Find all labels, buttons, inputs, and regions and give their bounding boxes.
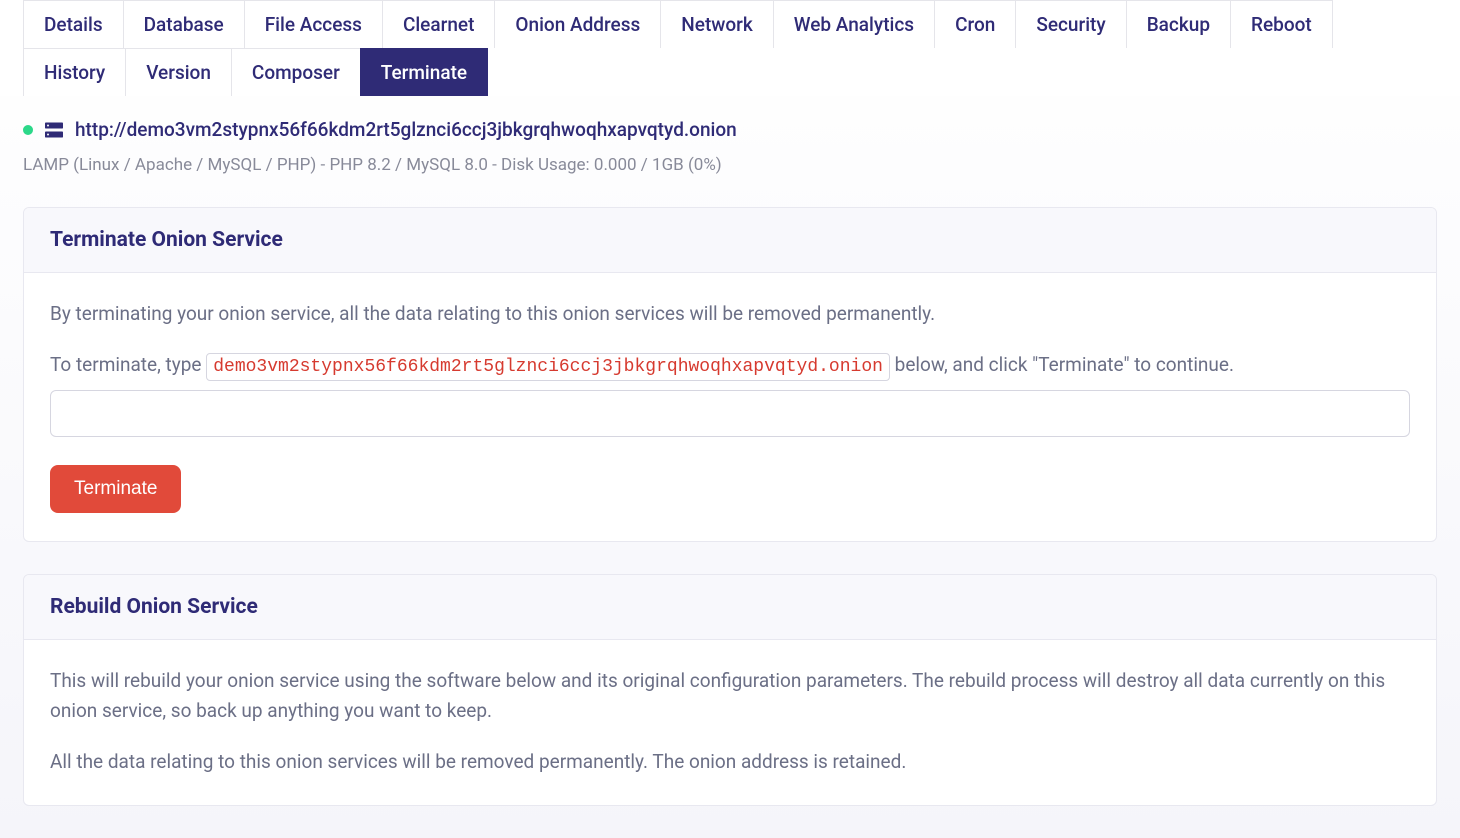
tab-reboot[interactable]: Reboot	[1230, 0, 1333, 48]
terminate-description: By terminating your onion service, all t…	[50, 299, 1410, 328]
onion-address-code: demo3vm2stypnx56f66kdm2rt5glznci6ccj3jbk…	[206, 353, 890, 381]
tab-onion-address[interactable]: Onion Address	[494, 0, 661, 48]
server-icon	[45, 122, 63, 138]
terminate-card-body: By terminating your onion service, all t…	[24, 273, 1436, 541]
terminate-card-title: Terminate Onion Service	[50, 228, 1410, 252]
tab-file-access[interactable]: File Access	[244, 0, 383, 48]
terminate-confirm-input[interactable]	[50, 390, 1410, 437]
rebuild-card-header: Rebuild Onion Service	[24, 575, 1436, 640]
tab-clearnet[interactable]: Clearnet	[382, 0, 495, 48]
tabs-row-2: History Version Composer Terminate	[0, 48, 1460, 96]
tab-database[interactable]: Database	[123, 0, 245, 48]
service-meta: LAMP (Linux / Apache / MySQL / PHP) - PH…	[23, 155, 1437, 175]
tab-version[interactable]: Version	[125, 48, 232, 96]
terminate-prompt: To terminate, type demo3vm2stypnx56f66kd…	[50, 350, 1410, 382]
terminate-prompt-before: To terminate, type	[50, 353, 206, 376]
rebuild-card-body: This will rebuild your onion service usi…	[24, 640, 1436, 804]
tab-history[interactable]: History	[23, 48, 126, 96]
terminate-prompt-after: below, and click "Terminate" to continue…	[890, 353, 1234, 376]
rebuild-description-1: This will rebuild your onion service usi…	[50, 666, 1410, 725]
service-url-line: http://demo3vm2stypnx56f66kdm2rt5glznci6…	[23, 118, 1437, 141]
tab-network[interactable]: Network	[660, 0, 774, 48]
tab-cron[interactable]: Cron	[934, 0, 1016, 48]
terminate-card: Terminate Onion Service By terminating y…	[23, 207, 1437, 542]
terminate-button[interactable]: Terminate	[50, 465, 181, 513]
tabs-row-1: Details Database File Access Clearnet On…	[0, 0, 1460, 48]
tab-security[interactable]: Security	[1015, 0, 1126, 48]
tab-composer[interactable]: Composer	[231, 48, 361, 96]
tab-web-analytics[interactable]: Web Analytics	[773, 0, 935, 48]
terminate-card-header: Terminate Onion Service	[24, 208, 1436, 273]
rebuild-card-title: Rebuild Onion Service	[50, 595, 1410, 619]
rebuild-description-2: All the data relating to this onion serv…	[50, 747, 1410, 776]
rebuild-card: Rebuild Onion Service This will rebuild …	[23, 574, 1437, 805]
tab-terminate[interactable]: Terminate	[360, 48, 488, 96]
service-url[interactable]: http://demo3vm2stypnx56f66kdm2rt5glznci6…	[75, 118, 737, 141]
tab-details[interactable]: Details	[23, 0, 124, 48]
status-indicator-icon	[23, 125, 33, 135]
tab-backup[interactable]: Backup	[1126, 0, 1231, 48]
service-info: http://demo3vm2stypnx56f66kdm2rt5glznci6…	[0, 96, 1460, 193]
